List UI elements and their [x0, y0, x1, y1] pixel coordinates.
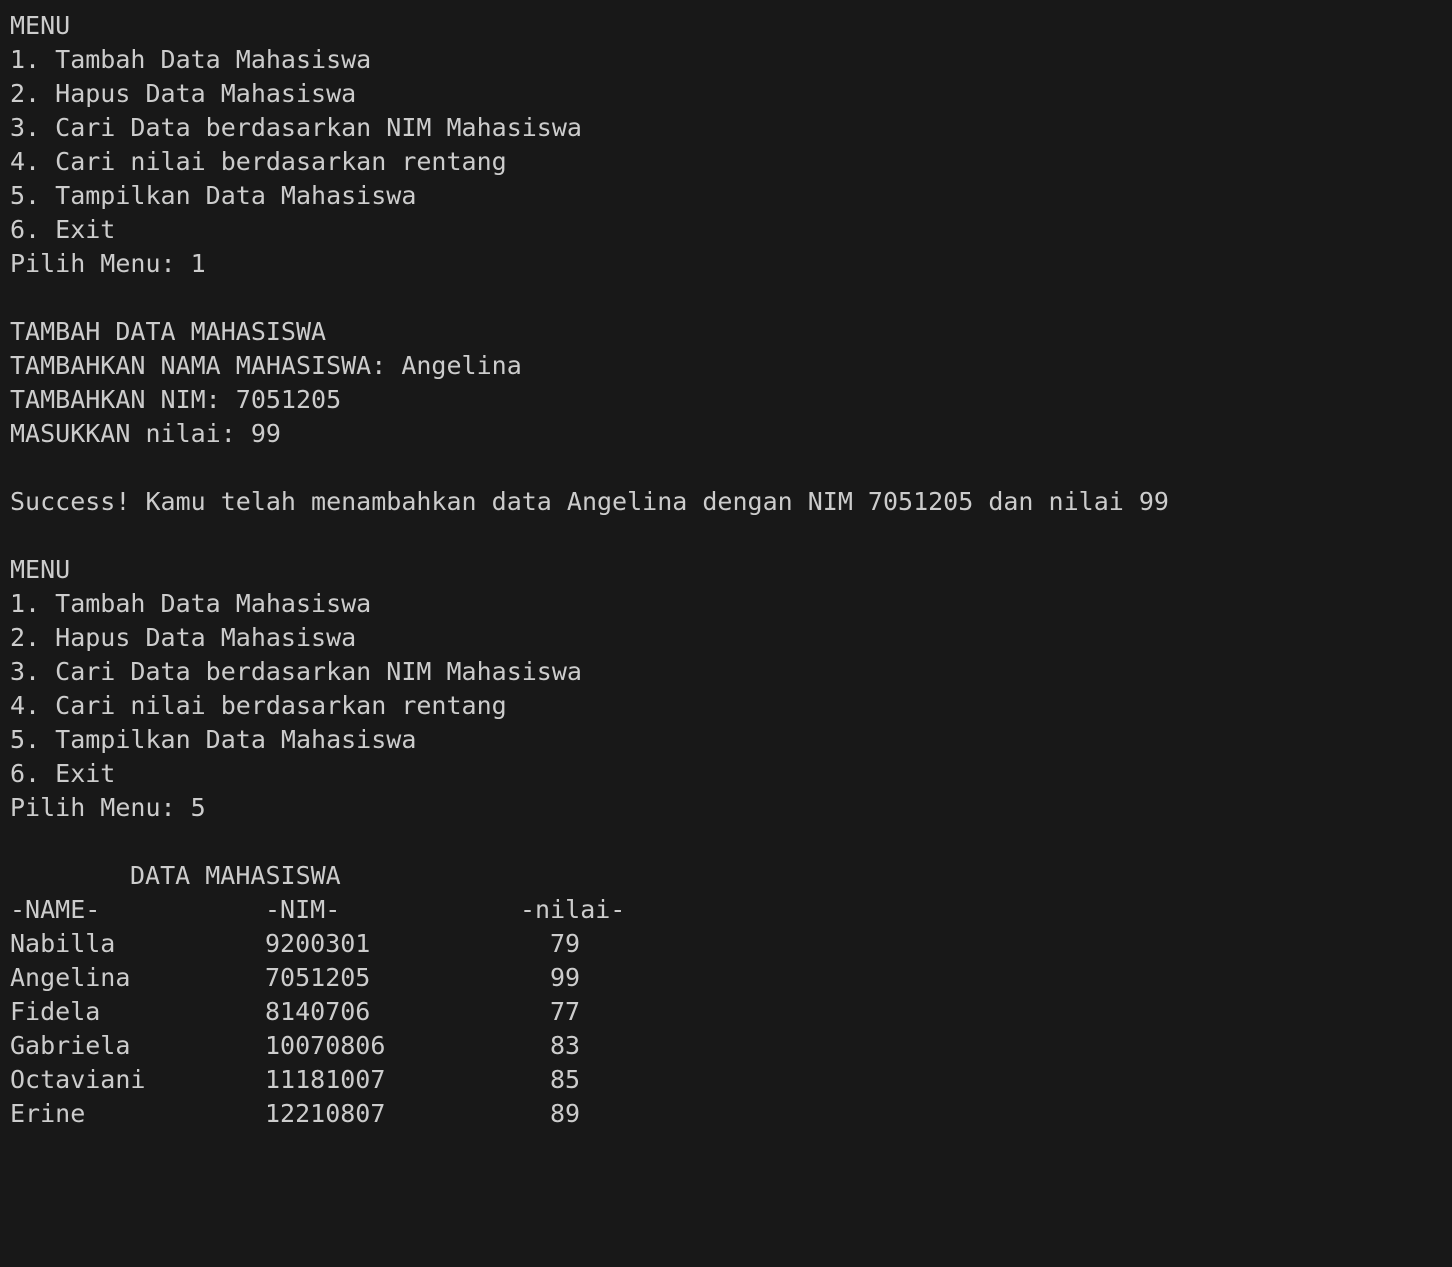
table-row: Nabilla 9200301 79: [0, 927, 1452, 961]
row-nilai: 79: [550, 929, 581, 958]
table-title: DATA MAHASISWA: [130, 861, 341, 890]
row-nim: 8140706: [265, 997, 371, 1026]
nim-prompt: TAMBAHKAN NIM: 7051205: [10, 385, 342, 414]
row-nilai: 77: [550, 997, 581, 1026]
name-prompt: TAMBAHKAN NAMA MAHASISWA: Angelina: [10, 351, 522, 380]
menu-item: 2. Hapus Data Mahasiswa: [10, 623, 357, 652]
table-row: Angelina 7051205 99: [0, 961, 1452, 995]
table-row: Octaviani 11181007 85: [0, 1063, 1452, 1097]
header-nim: -NIM-: [265, 895, 341, 924]
terminal-output: MENU 1. Tambah Data Mahasiswa 2. Hapus D…: [0, 9, 1452, 1131]
menu-item: 4. Cari nilai berdasarkan rentang: [10, 147, 507, 176]
row-name: Angelina: [10, 963, 131, 992]
row-nilai: 83: [550, 1031, 581, 1060]
menu-item: 3. Cari Data berdasarkan NIM Mahasiswa: [10, 113, 582, 142]
row-name: Octaviani: [10, 1065, 146, 1094]
row-nilai: 99: [550, 963, 581, 992]
nilai-prompt: MASUKKAN nilai: 99: [10, 419, 281, 448]
menu-item: 1. Tambah Data Mahasiswa: [10, 589, 372, 618]
menu-item: 6. Exit: [10, 759, 116, 788]
menu-item: 4. Cari nilai berdasarkan rentang: [10, 691, 507, 720]
table-row: Erine 12210807 89: [0, 1097, 1452, 1131]
menu-prompt: Pilih Menu: 1: [10, 249, 206, 278]
menu-item: 5. Tampilkan Data Mahasiswa: [10, 181, 417, 210]
table-row: Gabriela 10070806 83: [0, 1029, 1452, 1063]
row-name: Nabilla: [10, 929, 116, 958]
success-message: Success! Kamu telah menambahkan data Ang…: [10, 487, 1169, 516]
menu-prompt: Pilih Menu: 5: [10, 793, 206, 822]
row-name: Erine: [10, 1099, 86, 1128]
row-nim: 7051205: [265, 963, 371, 992]
table-header: -NAME- -NIM- -nilai-: [0, 893, 1452, 927]
menu-item: 6. Exit: [10, 215, 116, 244]
menu-item: 1. Tambah Data Mahasiswa: [10, 45, 372, 74]
row-nilai: 89: [550, 1099, 581, 1128]
menu-title: MENU: [10, 11, 71, 40]
header-name: -NAME-: [10, 895, 101, 924]
section-title: TAMBAH DATA MAHASISWA: [10, 317, 327, 346]
table-row: Fidela 8140706 77: [0, 995, 1452, 1029]
row-name: Gabriela: [10, 1031, 131, 1060]
row-nim: 9200301: [265, 929, 371, 958]
row-nim: 10070806: [265, 1031, 386, 1060]
menu-item: 5. Tampilkan Data Mahasiswa: [10, 725, 417, 754]
row-nilai: 85: [550, 1065, 581, 1094]
row-nim: 12210807: [265, 1099, 386, 1128]
row-nim: 11181007: [265, 1065, 386, 1094]
header-nilai: -nilai-: [520, 895, 626, 924]
row-name: Fidela: [10, 997, 101, 1026]
menu-item: 3. Cari Data berdasarkan NIM Mahasiswa: [10, 657, 582, 686]
menu-title: MENU: [10, 555, 71, 584]
menu-item: 2. Hapus Data Mahasiswa: [10, 79, 357, 108]
